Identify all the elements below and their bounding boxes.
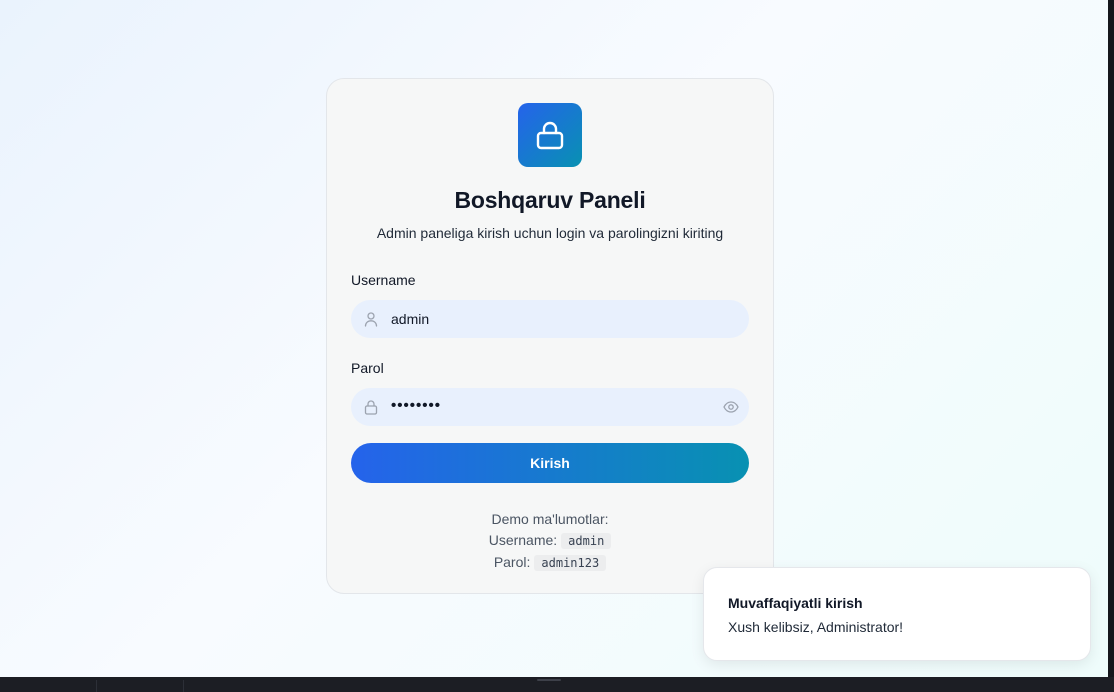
password-label: Parol (351, 360, 384, 376)
login-button[interactable]: Kirish (351, 443, 749, 483)
username-value: admin (391, 311, 430, 327)
page-subtitle: Admin paneliga kirish uchun login va par… (376, 225, 724, 241)
success-toast[interactable]: Muvaffaqiyatli kirish Xush kelibsiz, Adm… (703, 567, 1091, 661)
demo-heading: Demo ma'lumotlar: (491, 511, 609, 527)
taskbar (0, 677, 1114, 692)
page-viewport: Boshqaruv Paneli Admin paneliga kirish u… (0, 0, 1108, 677)
demo-password-label: Parol: (493, 554, 531, 570)
demo-username-row: Username: admin (327, 530, 773, 552)
demo-credentials: Demo ma'lumotlar: Username: admin Parol: a… (327, 509, 773, 574)
toast-description: Xush kelibsiz, Administrator! (728, 619, 904, 635)
taskbar-handle[interactable] (537, 679, 561, 681)
demo-password-value: admin123 (534, 555, 607, 571)
taskbar-divider (183, 680, 184, 692)
user-icon (363, 311, 379, 327)
password-field[interactable]: •••••••• (351, 388, 749, 426)
username-label: Username (351, 272, 416, 288)
window-edge (1108, 0, 1114, 692)
demo-username-value: admin (561, 533, 612, 549)
eye-icon[interactable] (723, 399, 739, 415)
lock-icon (518, 103, 582, 167)
page-title: Boshqaruv Paneli (454, 187, 646, 213)
toast-title: Muvaffaqiyatli kirish (728, 595, 863, 611)
username-field[interactable]: admin (351, 300, 749, 338)
demo-username-label: Username: (488, 532, 558, 548)
password-value: •••••••• (391, 397, 442, 414)
login-card: Boshqaruv Paneli Admin paneliga kirish u… (326, 78, 774, 594)
taskbar-divider (96, 680, 97, 692)
lock-icon (363, 399, 379, 415)
